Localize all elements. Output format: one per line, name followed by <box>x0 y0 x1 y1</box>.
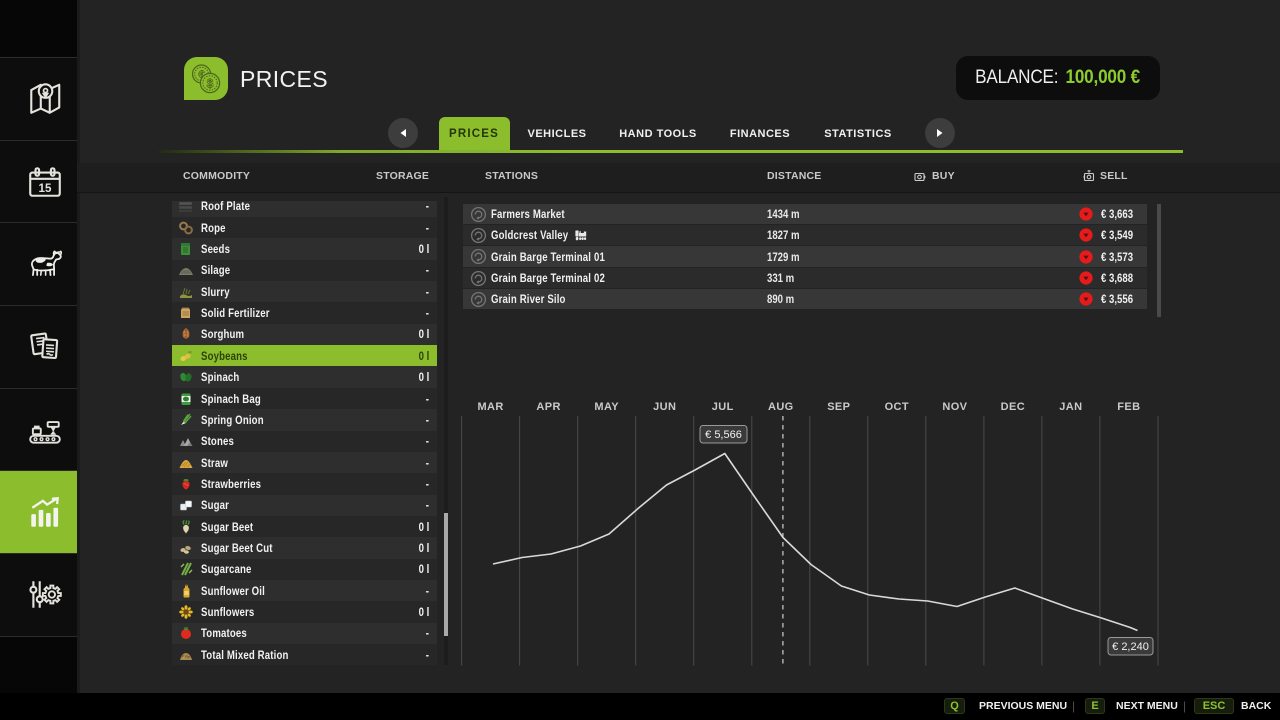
svg-text:MAR: MAR <box>477 401 503 413</box>
svg-text:JUN: JUN <box>653 401 676 413</box>
svg-text:JAN: JAN <box>1059 401 1082 413</box>
svg-text:AUG: AUG <box>768 401 794 413</box>
svg-text:FEB: FEB <box>1117 401 1140 413</box>
svg-text:€ 5,566: € 5,566 <box>705 429 742 441</box>
svg-text:€ 2,240: € 2,240 <box>1112 641 1149 653</box>
svg-text:MAY: MAY <box>594 401 619 413</box>
svg-text:APR: APR <box>536 401 560 413</box>
svg-text:JUL: JUL <box>712 401 734 413</box>
svg-text:SEP: SEP <box>827 401 850 413</box>
svg-text:OCT: OCT <box>885 401 909 413</box>
svg-text:NOV: NOV <box>942 401 967 413</box>
svg-text:DEC: DEC <box>1001 401 1025 413</box>
